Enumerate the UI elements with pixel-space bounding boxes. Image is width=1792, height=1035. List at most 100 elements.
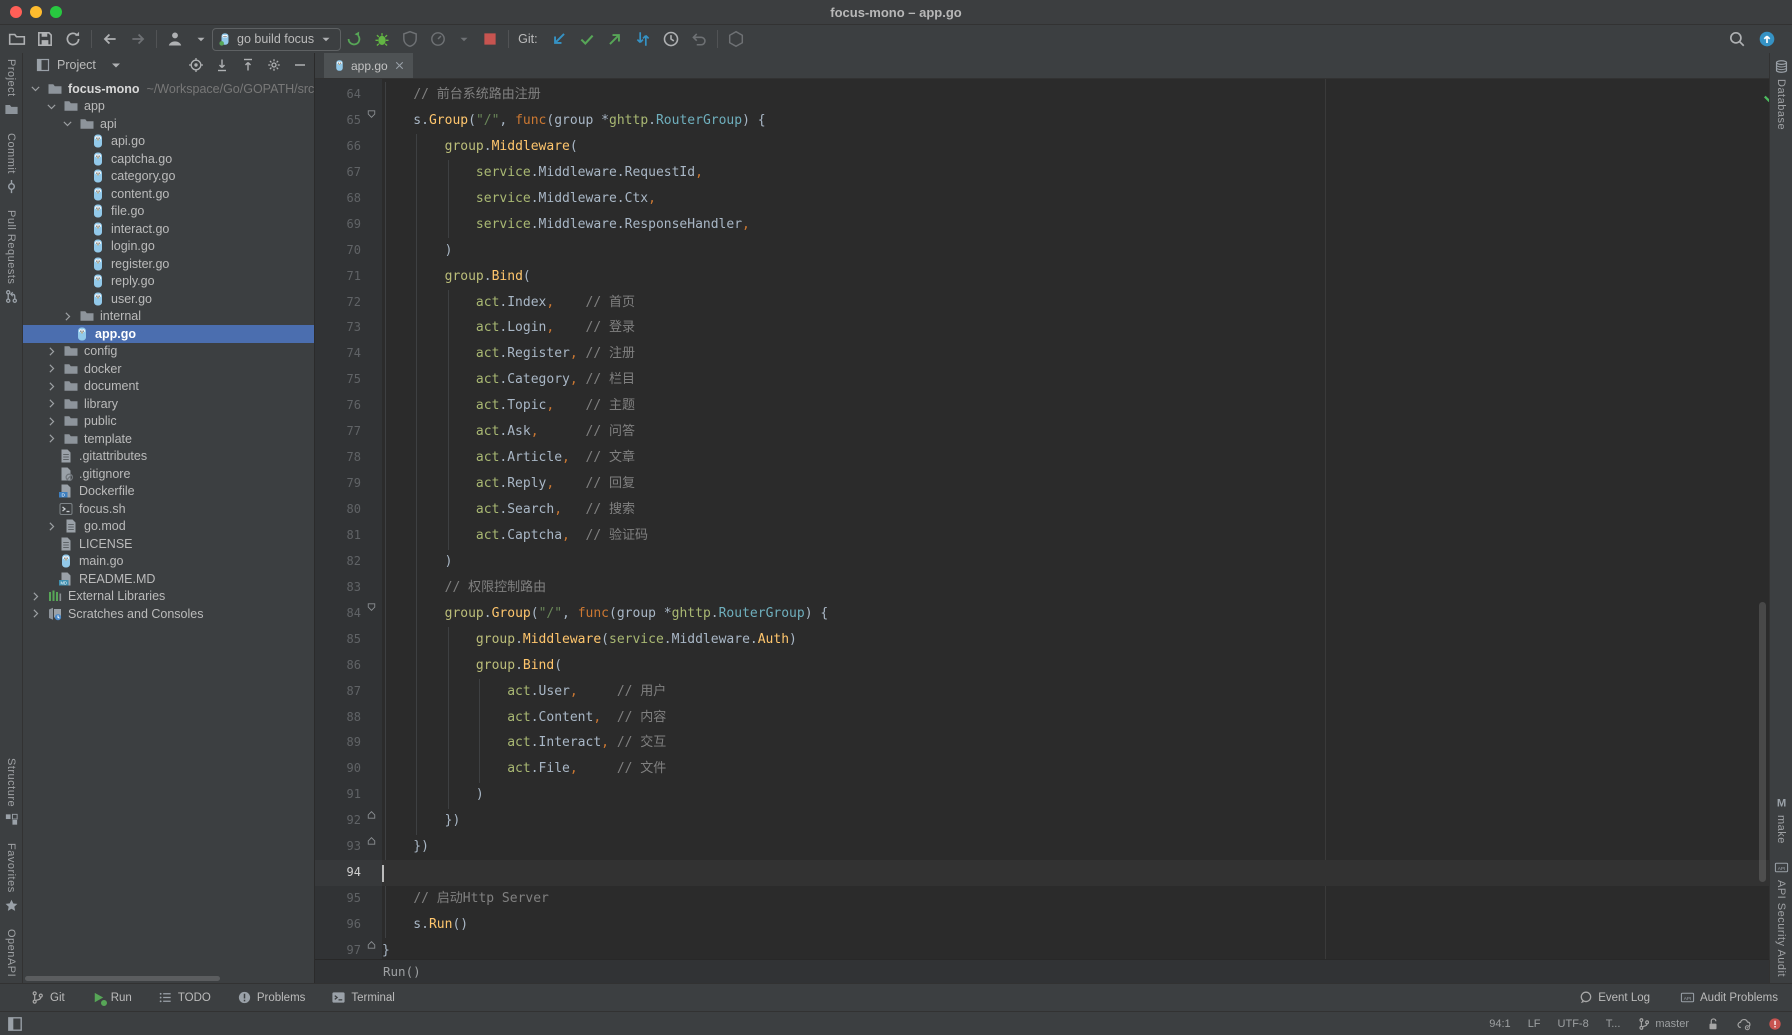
chevron-right-icon[interactable] xyxy=(29,590,42,603)
code-line-78[interactable]: 78 act.Article, // 文章 xyxy=(315,445,1769,471)
tree-item-document[interactable]: document xyxy=(23,378,314,396)
profiler-icon[interactable] xyxy=(429,30,447,48)
project-horizontal-scrollbar[interactable] xyxy=(25,976,220,981)
stripe-item-make[interactable]: Mmake xyxy=(1774,795,1789,844)
fold-marker-icon[interactable] xyxy=(361,938,382,951)
status-item-utf-8[interactable]: UTF-8 xyxy=(1558,1018,1589,1030)
zoom-window-button[interactable] xyxy=(50,6,62,18)
status-item-t[interactable]: T... xyxy=(1606,1018,1621,1030)
user-icon[interactable] xyxy=(166,30,184,48)
coverage-icon[interactable] xyxy=(401,30,419,48)
close-window-button[interactable] xyxy=(10,6,22,18)
tab-app-go[interactable]: app.go xyxy=(324,53,413,78)
tree-item-category-go[interactable]: category.go xyxy=(23,168,314,186)
tree-item-gitignore[interactable]: .gitignore xyxy=(23,465,314,483)
tree-item-app[interactable]: app xyxy=(23,98,314,116)
code-line-66[interactable]: 66 group.Middleware( xyxy=(315,134,1769,160)
chevron-down-icon[interactable] xyxy=(45,100,58,113)
code-line-85[interactable]: 85 group.Middleware(service.Middleware.A… xyxy=(315,627,1769,653)
tree-item-captcha-go[interactable]: captcha.go xyxy=(23,150,314,168)
code-line-91[interactable]: 91 ) xyxy=(315,782,1769,808)
code-line-71[interactable]: 71 group.Bind( xyxy=(315,264,1769,290)
stripe-item-commit[interactable]: Commit xyxy=(4,133,19,194)
inspection-ok-icon[interactable] xyxy=(1762,87,1769,105)
tree-item-main-go[interactable]: main.go xyxy=(23,553,314,571)
chevron-right-icon[interactable] xyxy=(45,432,58,445)
history-icon[interactable] xyxy=(662,30,680,48)
stop-icon[interactable] xyxy=(481,30,499,48)
code-line-82[interactable]: 82 ) xyxy=(315,549,1769,575)
tool-window-button-terminal[interactable]: Terminal xyxy=(331,990,394,1005)
tree-item-dockerfile[interactable]: DDockerfile xyxy=(23,483,314,501)
code-line-75[interactable]: 75 act.Category, // 栏目 xyxy=(315,367,1769,393)
tree-item-reply-go[interactable]: reply.go xyxy=(23,273,314,291)
code-line-86[interactable]: 86 group.Bind( xyxy=(315,653,1769,679)
code-line-74[interactable]: 74 act.Register, // 注册 xyxy=(315,341,1769,367)
tree-item-internal[interactable]: internal xyxy=(23,308,314,326)
code-line-69[interactable]: 69 service.Middleware.ResponseHandler, xyxy=(315,212,1769,238)
tree-item-app-go[interactable]: app.go xyxy=(23,325,314,343)
tree-item-readme-md[interactable]: MDREADME.MD xyxy=(23,570,314,588)
fold-marker-icon[interactable] xyxy=(361,808,382,821)
chevron-right-icon[interactable] xyxy=(45,415,58,428)
code-line-96[interactable]: 96 s.Run() xyxy=(315,912,1769,938)
status-item-error[interactable] xyxy=(1768,1017,1782,1031)
code-line-93[interactable]: 93 }) xyxy=(315,834,1769,860)
tree-item-login-go[interactable]: login.go xyxy=(23,238,314,256)
git-fetch-icon[interactable] xyxy=(634,30,652,48)
collapse-all-button[interactable] xyxy=(240,57,256,73)
status-item-master[interactable]: master xyxy=(1637,1017,1689,1031)
code-line-81[interactable]: 81 act.Captcha, // 验证码 xyxy=(315,523,1769,549)
stripe-item-favorites[interactable]: Favorites xyxy=(4,843,19,913)
code-line-70[interactable]: 70 ) xyxy=(315,238,1769,264)
tool-window-button-run[interactable]: Run xyxy=(91,990,132,1005)
tool-window-button-git[interactable]: Git xyxy=(30,990,65,1005)
tree-item-focus-mono[interactable]: focus-mono~/Workspace/Go/GOPATH/src/gith… xyxy=(23,80,314,98)
open-icon[interactable] xyxy=(8,30,26,48)
stripe-item-project[interactable]: Project xyxy=(4,59,19,117)
chevron-right-icon[interactable] xyxy=(45,397,58,410)
fold-marker-icon[interactable] xyxy=(361,834,382,847)
fold-marker-icon[interactable] xyxy=(361,601,382,614)
code-line-88[interactable]: 88 act.Content, // 内容 xyxy=(315,705,1769,731)
tree-item-api-go[interactable]: api.go xyxy=(23,133,314,151)
git-update-icon[interactable] xyxy=(550,30,568,48)
code-line-92[interactable]: 92 }) xyxy=(315,808,1769,834)
chevron-right-icon[interactable] xyxy=(29,607,42,620)
close-icon[interactable] xyxy=(393,59,406,72)
tool-window-button-todo[interactable]: TODO xyxy=(158,990,211,1005)
status-item-94-1[interactable]: 94:1 xyxy=(1489,1018,1510,1030)
tree-item-library[interactable]: library xyxy=(23,395,314,413)
code-line-65[interactable]: 65 s.Group("/", func(group *ghttp.Router… xyxy=(315,108,1769,134)
tree-item-go-mod[interactable]: go.mod xyxy=(23,518,314,536)
stripe-item-openapi[interactable]: OpenAPI xyxy=(5,929,17,977)
project-view-icon[interactable] xyxy=(35,57,51,73)
tree-item-user-go[interactable]: user.go xyxy=(23,290,314,308)
sync-icon[interactable] xyxy=(64,30,82,48)
status-item-cloud[interactable] xyxy=(1737,1017,1751,1031)
code-line-77[interactable]: 77 act.Ask, // 问答 xyxy=(315,419,1769,445)
code-line-68[interactable]: 68 service.Middleware.Ctx, xyxy=(315,186,1769,212)
stripe-item-database[interactable]: Database xyxy=(1774,59,1789,130)
locate-file-button[interactable] xyxy=(188,57,204,73)
tree-item-gitattributes[interactable]: .gitattributes xyxy=(23,448,314,466)
code-line-72[interactable]: 72 act.Index, // 首页 xyxy=(315,290,1769,316)
user-dropdown-icon[interactable] xyxy=(194,32,208,46)
code-line-80[interactable]: 80 act.Search, // 搜索 xyxy=(315,497,1769,523)
tool-window-button-audit-problems[interactable]: APIAudit Problems xyxy=(1680,990,1778,1005)
stripe-item-api-security-audit[interactable]: APIAPI Security Audit xyxy=(1774,860,1789,977)
tree-item-public[interactable]: public xyxy=(23,413,314,431)
tree-item-template[interactable]: template xyxy=(23,430,314,448)
code-line-89[interactable]: 89 act.Interact, // 交互 xyxy=(315,730,1769,756)
tool-window-button-event-log[interactable]: Event Log xyxy=(1578,990,1650,1005)
code-line-87[interactable]: 87 act.User, // 用户 xyxy=(315,679,1769,705)
minimize-window-button[interactable] xyxy=(30,6,42,18)
save-icon[interactable] xyxy=(36,30,54,48)
shield-icon[interactable] xyxy=(727,30,745,48)
code-line-94[interactable]: 94 xyxy=(315,860,1769,886)
chevron-right-icon[interactable] xyxy=(45,345,58,358)
hide-panel-button[interactable] xyxy=(292,57,308,73)
debug-icon[interactable] xyxy=(373,30,391,48)
fold-marker-icon[interactable] xyxy=(361,108,382,121)
stripe-item-structure[interactable]: Structure xyxy=(4,758,19,827)
